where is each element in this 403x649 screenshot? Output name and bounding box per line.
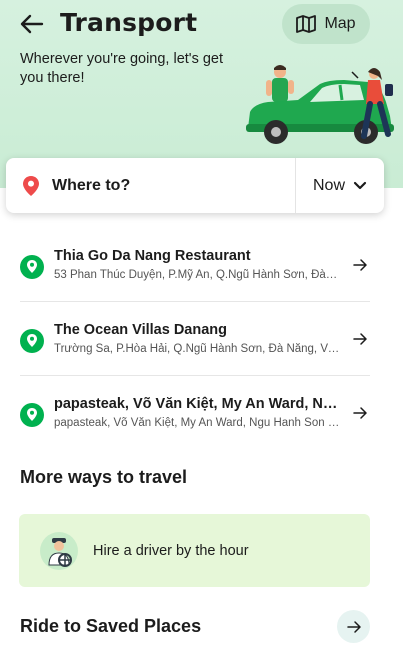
list-item[interactable]: Thia Go Da Nang Restaurant 53 Phan Thúc … (20, 228, 370, 302)
arrow-right-icon (353, 333, 367, 345)
saved-places-button[interactable] (337, 610, 370, 643)
hero-subtitle: Wherever you're going, let's get you the… (20, 51, 223, 86)
place-name: Thia Go Da Nang Restaurant (54, 248, 251, 264)
map-button-label: Map (324, 15, 356, 32)
arrow-right-icon (346, 620, 361, 633)
place-name: papasteak, Võ Văn Kiệt, My An Ward, Ngu … (54, 396, 344, 412)
location-pin-icon (23, 175, 39, 196)
time-select-value: Now (312, 176, 345, 194)
recent-places-list: Thia Go Da Nang Restaurant 53 Phan Thúc … (0, 228, 403, 450)
saved-places-title: Ride to Saved Places (20, 616, 202, 636)
map-icon (296, 15, 317, 33)
place-name: The Ocean Villas Danang (54, 322, 227, 338)
hire-driver-label: Hire a driver by the hour (93, 542, 249, 559)
location-pin-icon (20, 403, 44, 427)
map-button[interactable]: Map (282, 4, 370, 44)
chevron-down-icon (353, 181, 367, 189)
arrow-right-icon (353, 259, 367, 271)
back-arrow-icon[interactable] (18, 10, 46, 38)
place-address: papasteak, Võ Văn Kiệt, My An Ward, Ngu … (54, 417, 340, 429)
hire-driver-card[interactable]: Hire a driver by the hour (19, 514, 370, 587)
more-ways-title: More ways to travel (20, 467, 188, 487)
where-to-input[interactable]: Where to? (6, 158, 295, 213)
place-address: 53 Phan Thúc Duyện, P.Mỹ An, Q.Ngũ Hành … (54, 269, 340, 281)
location-pin-icon (20, 255, 44, 279)
time-select[interactable]: Now (296, 158, 384, 213)
car-illustration (246, 65, 394, 144)
driver-icon (40, 531, 78, 570)
list-item[interactable]: The Ocean Villas Danang Trường Sa, P.Hòa… (20, 302, 370, 376)
arrow-right-icon (353, 407, 367, 419)
where-to-label: Where to? (52, 176, 131, 194)
location-pin-icon (20, 329, 44, 353)
search-bar: Where to? Now (6, 158, 384, 213)
list-item[interactable]: papasteak, Võ Văn Kiệt, My An Ward, Ngu … (20, 376, 370, 450)
place-address: Trường Sa, P.Hòa Hải, Q.Ngũ Hành Sơn, Đà… (54, 343, 340, 355)
page-title: Transport (60, 8, 198, 37)
